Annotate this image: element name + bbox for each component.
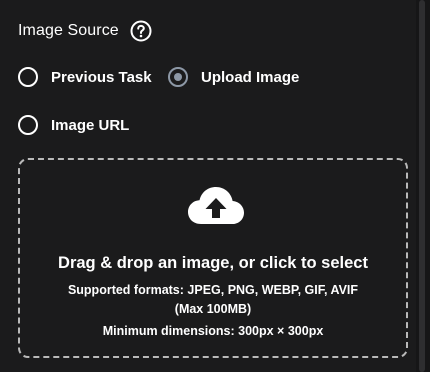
radio-image-url[interactable]: Image URL	[18, 115, 129, 135]
image-source-title: Image Source	[18, 22, 119, 39]
image-dropzone[interactable]: Drag & drop an image, or click to select…	[18, 158, 408, 358]
radio-button[interactable]	[18, 115, 38, 135]
question-circle-icon[interactable]	[130, 20, 152, 42]
radio-previous-task[interactable]: Previous Task	[18, 67, 152, 87]
max-size-text: (Max 100MB)	[174, 302, 252, 316]
dropzone-supported-formats: Supported formats: JPEG, PNG, WEBP, GIF,…	[20, 281, 406, 319]
dropzone-min-dimensions: Minimum dimensions: 300px × 300px	[102, 324, 324, 338]
cloud-upload-icon	[186, 184, 246, 228]
radio-label-previous-task: Previous Task	[51, 68, 152, 86]
scrollbar[interactable]	[416, 0, 430, 372]
radio-upload-image[interactable]: Upload Image	[168, 67, 299, 87]
radio-selected-dot	[174, 73, 182, 81]
radio-button-selected[interactable]	[168, 67, 188, 87]
dropzone-title: Drag & drop an image, or click to select	[58, 254, 368, 272]
image-source-panel: Image Source Previous Task Upload Image …	[0, 0, 430, 372]
supported-formats-text: Supported formats: JPEG, PNG, WEBP, GIF,…	[67, 283, 359, 297]
image-source-header: Image Source	[18, 19, 152, 43]
radio-label-image-url: Image URL	[51, 116, 130, 134]
radio-label-upload-image: Upload Image	[201, 68, 300, 86]
scrollbar-thumb[interactable]	[419, 0, 425, 372]
radio-button[interactable]	[18, 67, 38, 87]
